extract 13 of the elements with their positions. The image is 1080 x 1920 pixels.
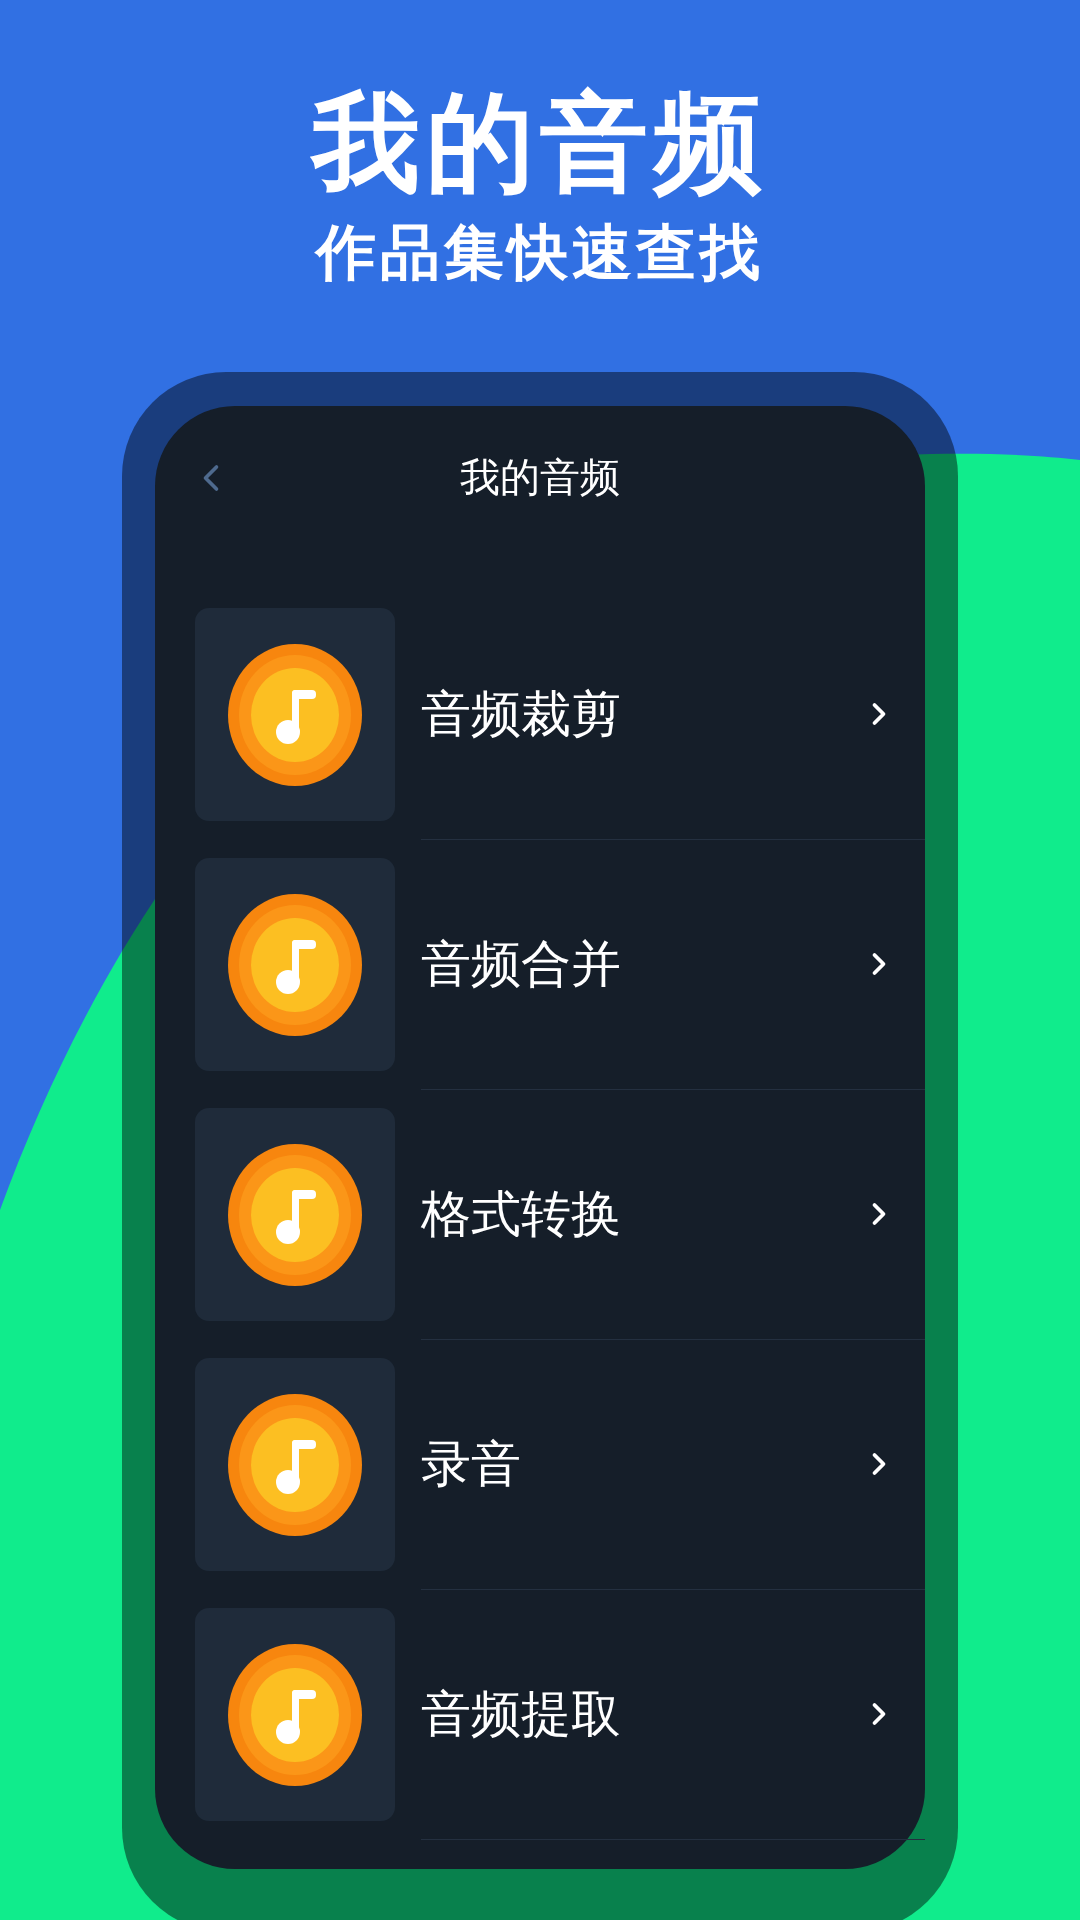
music-coin-icon [228,1393,362,1536]
menu-item-label[interactable]: 音频合并 [421,930,861,998]
menu-item-label[interactable]: 格式转换 [421,1180,861,1248]
music-coin-icon [228,1643,362,1786]
page-title: 我的音频 [312,79,768,207]
music-coin-icon [228,893,362,1036]
music-coin-icon [228,1143,362,1286]
menu-item-label[interactable]: 音频裁剪 [421,680,861,748]
page-subtitle: 作品集快速查找 [316,215,764,288]
music-coin-icon [228,643,362,786]
menu-item-label[interactable]: 音频提取 [421,1680,861,1748]
screen-title: 我的音频 [460,453,620,503]
menu-item-label[interactable]: 录音 [421,1430,861,1498]
